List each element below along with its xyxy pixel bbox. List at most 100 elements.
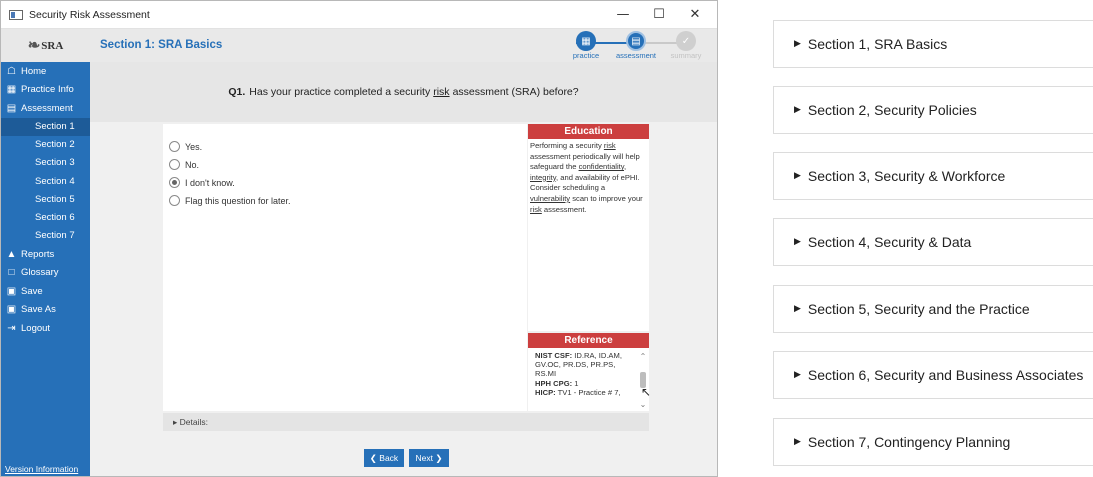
details-expander[interactable]: ▸ Details: (163, 413, 649, 431)
accordion-label: Section 5, Security and the Practice (807, 301, 1030, 317)
app-icon (9, 9, 23, 20)
next-button[interactable]: Next ❯ (409, 449, 449, 467)
sidebar-item-home[interactable]: ☖ Home (1, 62, 90, 81)
radio-button[interactable] (169, 195, 180, 206)
step-summary[interactable]: ✓ summary (660, 31, 712, 60)
accordion-section-1[interactable]: ▶ Section 1, SRA Basics (773, 20, 1093, 68)
building-icon: ▦ (6, 84, 17, 96)
accordion-label: Section 3, Security & Workforce (807, 168, 1006, 184)
option-label: Yes. (185, 141, 203, 152)
close-button[interactable]: ✕ (677, 3, 713, 25)
sidebar-section-4[interactable]: Section 4 (1, 172, 90, 190)
answer-option-no[interactable]: No. (169, 159, 199, 170)
logout-icon: ⇥ (7, 322, 16, 334)
page-title: Section 1: SRA Basics (100, 39, 223, 51)
education-text: Performing a security risk assessment pe… (530, 141, 643, 214)
triangle-right-icon: ▸ (173, 416, 180, 427)
mouse-cursor-icon: ↖ (641, 385, 652, 399)
education-heading: Education (528, 124, 649, 139)
version-information-link[interactable]: Version Information (5, 464, 78, 474)
step-assessment[interactable]: ▤ assessment (610, 31, 662, 60)
save-icon: ▣ (6, 285, 17, 297)
accordion-section-6[interactable]: ▶ Section 6, Security and Business Assoc… (773, 351, 1093, 399)
accordion-label: Section 6, Security and Business Associa… (807, 367, 1084, 383)
check-icon: ✓ (676, 31, 696, 51)
sidebar-section-2[interactable]: Section 2 (1, 136, 90, 154)
hicp-label: HICP: (535, 387, 556, 397)
sidebar-item-logout[interactable]: ⇥ Logout (1, 319, 90, 338)
sidebar-section-7[interactable]: Section 7 (1, 227, 90, 245)
radio-button-selected[interactable] (169, 177, 180, 188)
answer-option-yes[interactable]: Yes. (169, 141, 202, 152)
accordion-section-3[interactable]: ▶ Section 3, Security & Workforce (773, 152, 1093, 200)
back-button[interactable]: ❮ Back (364, 449, 404, 467)
answer-option-flag[interactable]: Flag this question for later. (169, 195, 291, 206)
accordion-label: Section 2, Security Policies (807, 102, 977, 118)
glossary-link[interactable]: integrity (530, 173, 556, 182)
sidebar-item-label: Save (21, 285, 43, 297)
chevron-up-icon[interactable]: ⌃ (638, 352, 648, 362)
sidebar-item-label: Home (21, 65, 47, 77)
reference-scrollbar[interactable]: ⌃ ⌄ (637, 348, 649, 411)
sidebar-item-label: Glossary (21, 267, 59, 279)
sidebar-item-save-as[interactable]: ▣ Save As (1, 300, 90, 319)
option-label: Flag this question for later. (185, 195, 291, 206)
reference-text: NIST CSF: ID.RA, ID.AM, GV.OC, PR.DS, PR… (528, 348, 649, 411)
sidebar-item-save[interactable]: ▣ Save (1, 282, 90, 301)
building-icon: ▦ (576, 31, 596, 51)
accordion-section-5[interactable]: ▶ Section 5, Security and the Practice (773, 285, 1093, 333)
radio-button[interactable] (169, 159, 180, 170)
step-label: practice (572, 51, 600, 60)
accordion-section-7[interactable]: ▶ Section 7, Contingency Planning (773, 418, 1093, 466)
sidebar-item-glossary[interactable]: □ Glossary (1, 263, 90, 282)
sidebar-item-practice-info[interactable]: ▦ Practice Info (1, 81, 90, 100)
accordion-label: Section 1, SRA Basics (807, 36, 948, 52)
sidebar-item-assessment[interactable]: ▤ Assessment (1, 99, 90, 118)
glossary-link[interactable]: confidentiality (579, 162, 624, 171)
sidebar: ❧ SRA ☖ Home ▦ Practice Info ▤ Assessmen… (1, 29, 90, 476)
step-label: summary (670, 51, 702, 60)
answer-panel: Yes. No. I don't know. Flag this questio… (163, 124, 527, 411)
chevron-left-icon: ❮ (369, 452, 380, 463)
chevron-right-icon: ❯ (433, 452, 443, 463)
glossary-link[interactable]: risk (604, 141, 616, 150)
book-icon: □ (8, 267, 15, 279)
sidebar-item-label: Logout (21, 322, 51, 334)
eagle-icon: ❧ (27, 38, 41, 54)
hph-label: HPH CPG: (535, 378, 573, 388)
sidebar-item-label: Save As (21, 304, 56, 316)
chevron-down-icon[interactable]: ⌄ (638, 400, 648, 410)
accordion-section-2[interactable]: ▶ Section 2, Security Policies (773, 86, 1093, 134)
triangle-right-icon: ▶ (794, 437, 801, 447)
logo-text: SRA (41, 39, 64, 52)
back-label: Back (379, 453, 399, 463)
home-icon: ☖ (7, 65, 16, 77)
details-label: Details: (179, 417, 208, 427)
answer-option-dont-know[interactable]: I don't know. (169, 177, 235, 188)
app-window: Security Risk Assessment — ☐ ✕ ❧ SRA ☖ H… (0, 0, 718, 477)
radio-button[interactable] (169, 141, 180, 152)
glossary-link[interactable]: risk (530, 205, 542, 214)
save-as-icon: ▣ (6, 304, 17, 316)
glossary-link-risk[interactable]: risk (433, 86, 449, 98)
step-practice[interactable]: ▦ practice (560, 31, 612, 60)
triangle-right-icon: ▶ (794, 304, 801, 314)
maximize-button[interactable]: ☐ (641, 3, 677, 25)
accordion-label: Section 7, Contingency Planning (807, 434, 1011, 450)
sidebar-section-1[interactable]: Section 1 (1, 117, 90, 136)
option-label: No. (185, 159, 200, 170)
sidebar-section-6[interactable]: Section 6 (1, 208, 90, 226)
sidebar-section-5[interactable]: Section 5 (1, 190, 90, 208)
minimize-button[interactable]: — (605, 3, 641, 25)
accordion-section-4[interactable]: ▶ Section 4, Security & Data (773, 218, 1093, 266)
sidebar-section-3[interactable]: Section 3 (1, 154, 90, 172)
clipboard-icon: ▤ (626, 31, 646, 51)
hicp-value: TV1 - Practice # 7, (557, 387, 621, 397)
next-label: Next (415, 453, 433, 463)
progress-steps: ▦ practice ▤ assessment ✓ summary (560, 31, 712, 61)
triangle-right-icon: ▶ (794, 237, 801, 247)
glossary-link[interactable]: vulnerability (530, 194, 570, 203)
sidebar-item-reports[interactable]: ▲ Reports (1, 245, 90, 264)
step-label: assessment (615, 51, 657, 60)
question-text: Has your practice completed a security (249, 86, 431, 98)
